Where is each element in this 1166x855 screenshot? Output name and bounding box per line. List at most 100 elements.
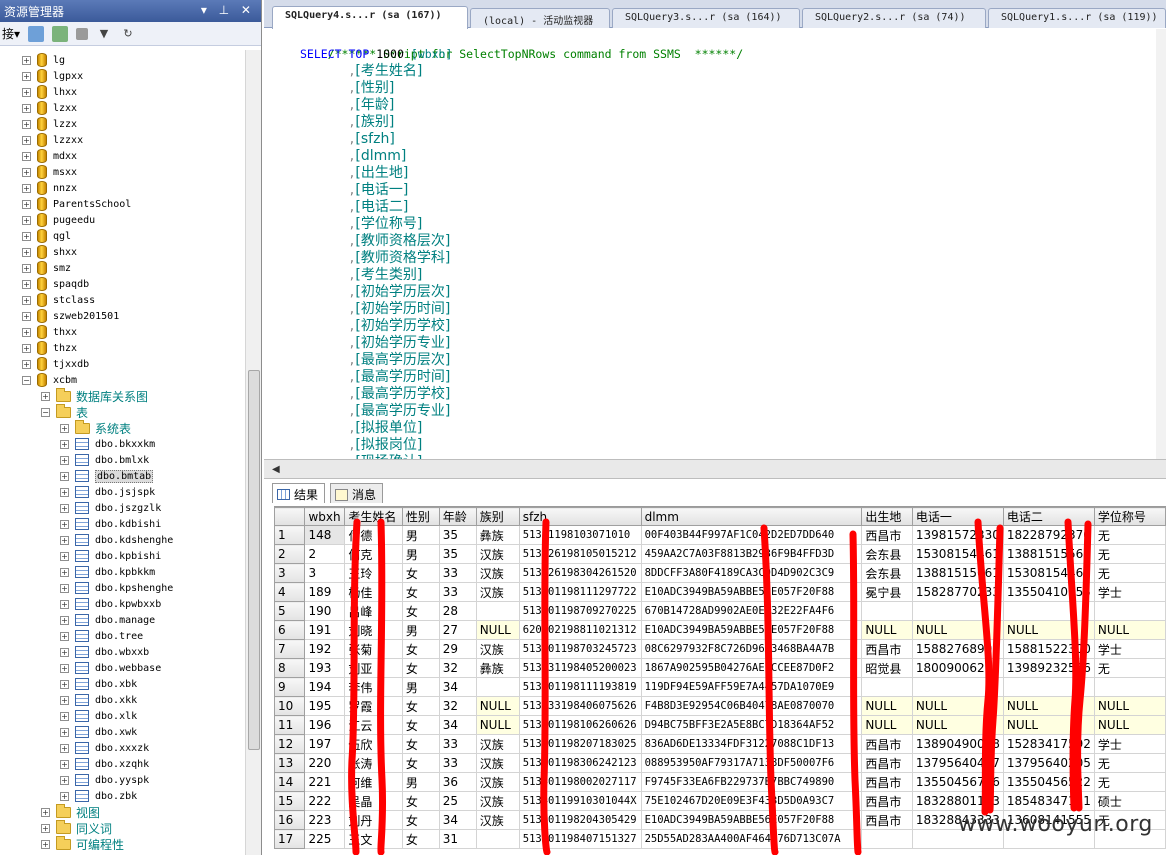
tab-sqlquery1[interactable]: SQLQuery1.s...r (sa (119)) xyxy=(988,8,1166,28)
table-cell[interactable]: 2 xyxy=(304,544,346,564)
table-cell[interactable]: 194 xyxy=(304,677,346,697)
table-cell[interactable] xyxy=(475,601,520,621)
table-cell[interactable]: 15308154461 xyxy=(1002,563,1095,583)
table-row[interactable]: 9 194 李伟男 34 51340119811119381​9 119DF94E59AF… xyxy=(274,677,1166,697)
table-cell[interactable]: 196 xyxy=(304,715,346,735)
expand-icon[interactable]: + xyxy=(22,295,31,305)
table-cell[interactable]: 670B14728AD9902AE0EA32E22FA4F6 xyxy=(640,601,863,621)
column-header[interactable]: 电话二 xyxy=(1002,507,1095,526)
expand-icon[interactable]: + xyxy=(60,487,69,497)
table-cell[interactable]: 王文 xyxy=(344,829,403,849)
table-cell[interactable]: NULL xyxy=(1093,715,1166,735)
table-cell[interactable]: 汉族 xyxy=(475,544,520,564)
expand-icon[interactable]: + xyxy=(60,519,69,529)
table-cell[interactable]: 222 xyxy=(304,791,346,811)
expand-icon[interactable]: + xyxy=(60,679,69,689)
table-cell[interactable]: 汉族 xyxy=(475,639,520,659)
table-cell[interactable]: 男 xyxy=(401,772,440,792)
table-row[interactable]: 1 148 付德男 35 彝族 51301198103071010 00F403B44F99… xyxy=(274,525,1166,545)
tree-table-xkk[interactable]: + dbo.xkk xyxy=(60,692,137,708)
tree-db-lg[interactable]: + lg xyxy=(22,52,65,68)
table-cell[interactable]: NULL xyxy=(1002,696,1095,716)
expand-icon[interactable]: + xyxy=(60,455,69,465)
table-cell[interactable]: 51322619810501521​2 xyxy=(518,544,642,564)
table-cell[interactable] xyxy=(1093,677,1166,697)
table-cell[interactable]: 34 xyxy=(438,810,477,830)
table-cell[interactable]: 191 xyxy=(304,620,346,640)
table-cell[interactable]: 学士 xyxy=(1093,734,1166,754)
tree-table-bmlxk[interactable]: + dbo.bmlxk xyxy=(60,452,149,468)
expand-icon[interactable]: + xyxy=(22,119,31,129)
table-cell[interactable]: E10ADC3949BA59ABBE56E057F20F88 xyxy=(640,620,863,640)
tree-db-thzx[interactable]: + thzx xyxy=(22,340,77,356)
expand-icon[interactable]: + xyxy=(41,807,50,817)
table-cell[interactable]: 18548347121 xyxy=(1002,791,1095,811)
table-cell[interactable]: 51343119840520002​3 xyxy=(518,658,642,678)
tree-folder-views[interactable]: + 视图 xyxy=(41,803,100,820)
expand-icon[interactable]: + xyxy=(41,391,50,401)
table-cell[interactable]: 13881515561 xyxy=(1002,544,1095,564)
expand-icon[interactable]: + xyxy=(60,663,69,673)
tree-table-yyspk[interactable]: + dbo.yyspk xyxy=(60,772,149,788)
table-cell[interactable]: 江云 xyxy=(344,715,403,735)
table-cell[interactable] xyxy=(861,829,913,849)
table-cell[interactable]: 硕士 xyxy=(1093,791,1166,811)
table-cell[interactable]: NULL xyxy=(1093,620,1166,640)
expand-icon[interactable]: + xyxy=(22,55,31,65)
table-cell[interactable]: 221 xyxy=(304,772,346,792)
table-cell[interactable]: 无 xyxy=(1093,658,1166,678)
pane-controls[interactable]: ▾ ⊥ ✕ xyxy=(201,3,255,17)
tree-table-xzqhk[interactable]: + dbo.xzqhk xyxy=(60,756,149,772)
table-cell[interactable]: 无 xyxy=(1093,544,1166,564)
disconnect-db-icon[interactable] xyxy=(52,25,69,42)
column-header[interactable]: 电话一 xyxy=(911,507,1004,526)
table-cell[interactable]: NULL xyxy=(1002,715,1095,735)
expand-icon[interactable]: + xyxy=(22,135,31,145)
table-cell[interactable]: 张涛 xyxy=(344,753,403,773)
expand-icon[interactable]: + xyxy=(41,823,50,833)
expand-icon[interactable]: + xyxy=(60,551,69,561)
table-cell[interactable]: 男 xyxy=(401,525,440,545)
table-cell[interactable]: 西昌市 xyxy=(861,525,913,545)
expand-icon[interactable]: + xyxy=(60,599,69,609)
table-cell[interactable]: 33 xyxy=(438,734,477,754)
row-number[interactable]: 12 xyxy=(274,734,306,754)
table-cell[interactable]: 192 xyxy=(304,639,346,659)
table-cell[interactable]: 34 xyxy=(438,715,477,735)
results-grid[interactable]: wbxh 考生姓名 性别 年龄 族别 sfzh dlmm 出生地 电话一 电话二 学位称号 1 148… xyxy=(274,506,1166,855)
table-cell[interactable]: NULL xyxy=(861,696,913,716)
table-cell[interactable]: 女 xyxy=(401,734,440,754)
table-cell[interactable]: 31 xyxy=(438,829,477,849)
row-header-corner[interactable] xyxy=(274,507,306,526)
expand-icon[interactable]: + xyxy=(22,247,31,257)
table-cell[interactable]: 女 xyxy=(401,658,440,678)
table-cell[interactable]: 西昌市 xyxy=(861,753,913,773)
tree-folder-synonyms[interactable]: + 同义词 xyxy=(41,819,112,836)
row-number[interactable]: 7 xyxy=(274,639,306,659)
expand-icon[interactable]: + xyxy=(60,759,69,769)
table-cell[interactable]: 75E102467D20E09E3F433D5D0A93C7 xyxy=(640,791,863,811)
expand-icon[interactable]: + xyxy=(60,471,69,481)
column-header[interactable]: 学位称号 xyxy=(1093,507,1166,526)
table-cell[interactable]: 51343319840607562​6 xyxy=(518,696,642,716)
expand-icon[interactable]: + xyxy=(60,615,69,625)
table-cell[interactable]: 13795640407 xyxy=(911,753,1004,773)
table-cell[interactable]: 35 xyxy=(438,525,477,545)
expand-icon[interactable]: + xyxy=(22,263,31,273)
row-number[interactable]: 1 xyxy=(274,525,306,545)
table-cell[interactable]: 25 xyxy=(438,791,477,811)
expand-icon[interactable]: + xyxy=(22,311,31,321)
table-cell[interactable]: 51340119910301044X xyxy=(518,791,642,811)
row-number[interactable]: 10 xyxy=(274,696,306,716)
table-cell[interactable]: 33 xyxy=(438,582,477,602)
table-cell[interactable]: 女 xyxy=(401,791,440,811)
table-cell[interactable]: 088953950AF79317A7138DF50007F6 xyxy=(640,753,863,773)
tree-db-nnzx[interactable]: + nnzx xyxy=(22,180,77,196)
table-cell[interactable]: 193 xyxy=(304,658,346,678)
table-cell[interactable]: 00F403B44F997AF1C042D2ED7DD640 xyxy=(640,525,863,545)
tree-db-lzxx[interactable]: + lzxx xyxy=(22,100,77,116)
row-number[interactable]: 3 xyxy=(274,563,306,583)
expand-icon[interactable]: + xyxy=(60,503,69,513)
table-cell[interactable]: 51340119870927022​5 xyxy=(518,601,642,621)
table-cell[interactable] xyxy=(1093,601,1166,621)
